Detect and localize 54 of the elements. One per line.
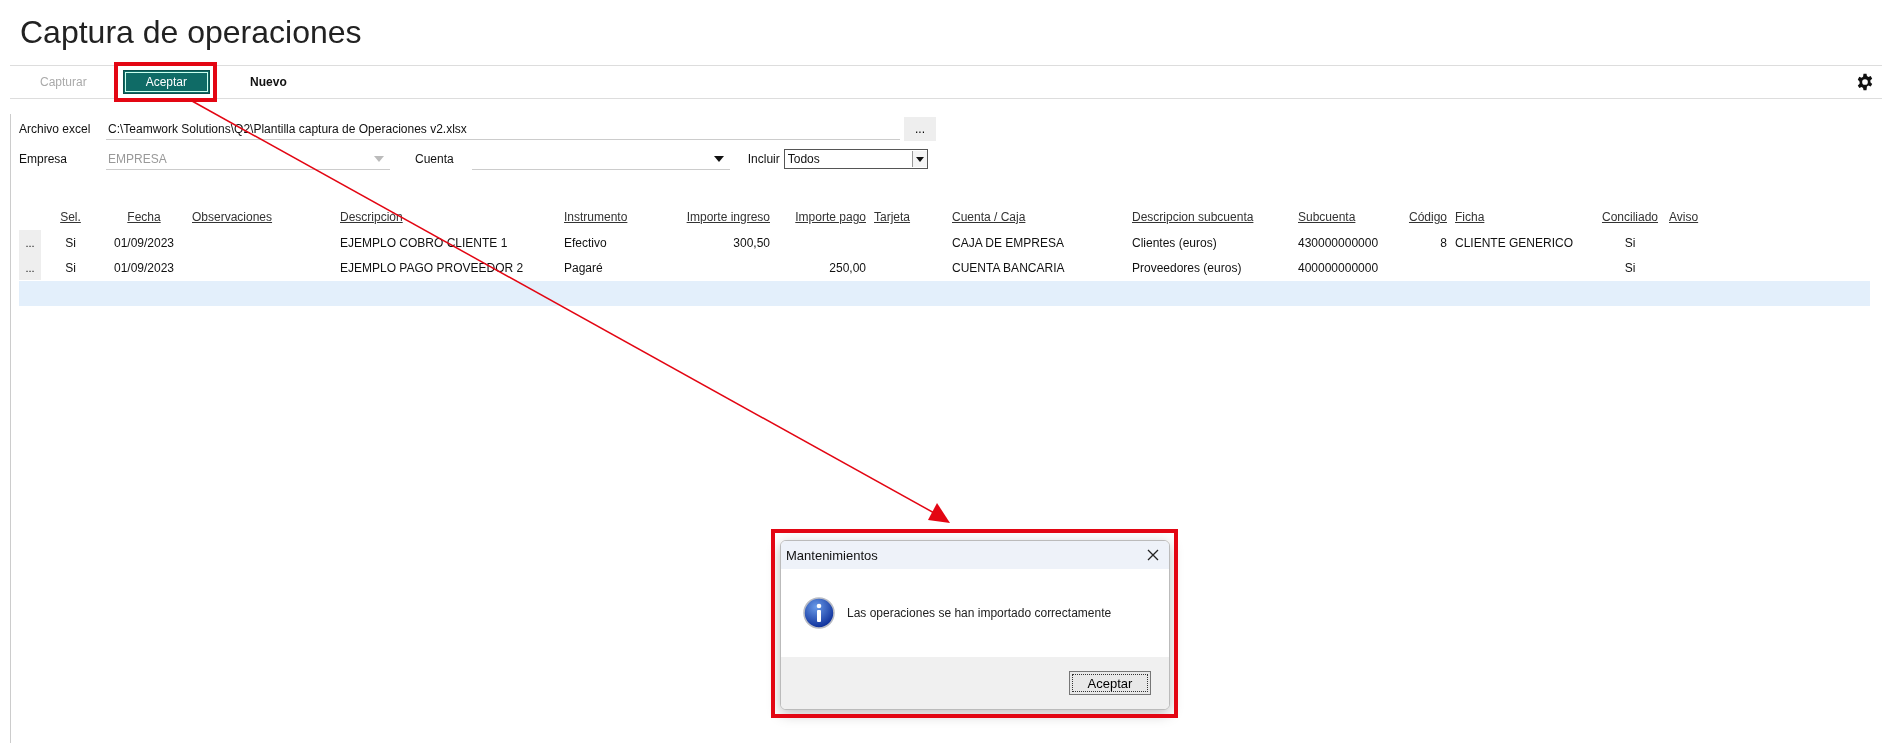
column-header[interactable]: Subcuenta: [1294, 204, 1396, 230]
field-label: Empresa: [19, 152, 69, 166]
field-label: Incluir: [747, 152, 780, 166]
column-header[interactable]: Fecha: [100, 204, 188, 230]
table-cell-text: Si: [1623, 234, 1637, 252]
table-cell-text: 01/09/2023: [112, 234, 176, 252]
column-header[interactable]: Instrumento: [560, 204, 660, 230]
browse-button[interactable]: ...: [904, 117, 936, 141]
caret-icon: [915, 156, 924, 162]
close-icon[interactable]: [1147, 549, 1159, 561]
column-header[interactable]: Sel.: [41, 204, 100, 230]
row-handle[interactable]: ...: [19, 255, 41, 280]
page-title: Captura de operaciones: [19, 13, 363, 52]
ok-button[interactable]: Aceptar: [1069, 671, 1151, 695]
row-handle[interactable]: ...: [19, 230, 41, 255]
column-header[interactable]: Descripcion subcuenta: [1128, 204, 1294, 230]
dialog-message: Las operaciones se han importado correctamente: [847, 606, 1112, 620]
table-cell-text: Si: [1623, 259, 1637, 277]
table-cell-text: 01/09/2023: [112, 259, 176, 277]
table-cell-text: 300,50: [732, 234, 771, 252]
table-cell-text: EJEMPLO COBRO CLIENTE 1: [339, 234, 509, 252]
info-icon: [803, 597, 835, 629]
table-cell-text: Efectivo: [563, 234, 608, 252]
field-label: Archivo excel: [19, 122, 92, 136]
table-cell-text: Si: [64, 259, 77, 277]
include-dropdown[interactable]: Todos: [783, 149, 928, 169]
table-cell-text: 250,00: [828, 259, 867, 277]
table-cell-text: CUENTA BANCARIA: [951, 259, 1066, 277]
column-header[interactable]: Conciliado: [1595, 204, 1665, 230]
table-cell-text: CLIENTE GENERICO: [1454, 234, 1575, 252]
column-header[interactable]: Importe ingreso: [660, 204, 774, 230]
settings-icon[interactable]: [1856, 73, 1874, 91]
table-cell-text: CAJA DE EMPRESA: [951, 234, 1066, 252]
toolbar-button[interactable]: Nuevo: [230, 72, 307, 92]
column-header[interactable]: Cuenta / Caja: [948, 204, 1128, 230]
column-header[interactable]: Ficha: [1451, 204, 1595, 230]
table-cell-text: Proveedores (euros): [1131, 259, 1243, 277]
table-cell-text: Si: [64, 234, 77, 252]
table-cell-text: Clientes (euros): [1131, 234, 1218, 252]
column-header[interactable]: Descripción: [336, 204, 560, 230]
caret-icon: [713, 155, 724, 162]
column-header[interactable]: Tarjeta: [870, 204, 948, 230]
column-header[interactable]: Observaciones: [188, 204, 336, 230]
toolbar-button[interactable]: Aceptar: [122, 70, 211, 94]
dialog-title: Mantenimientos: [786, 547, 878, 563]
column-header[interactable]: Importe pago: [774, 204, 870, 230]
field-label: Cuenta: [415, 152, 454, 166]
column-header[interactable]: Aviso: [1665, 204, 1870, 230]
table-cell-text: Pagaré: [563, 259, 604, 277]
table-cell-text: 8: [1439, 234, 1448, 252]
column-header[interactable]: Código: [1396, 204, 1451, 230]
table-cell-text: 430000000000: [1297, 234, 1380, 252]
caret-icon: [374, 155, 384, 162]
table-cell-text: 400000000000: [1297, 259, 1380, 277]
